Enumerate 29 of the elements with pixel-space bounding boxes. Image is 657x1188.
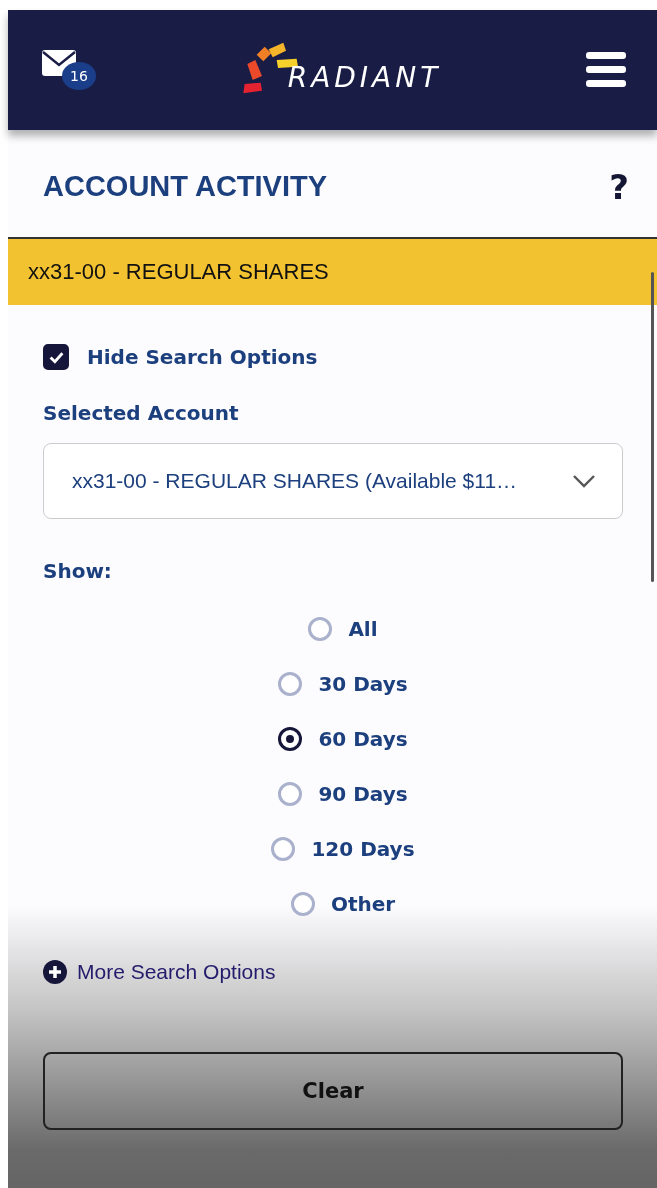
plus-circle-icon [43, 960, 67, 984]
radio-label[interactable]: 60 Days [318, 726, 408, 751]
menu-icon[interactable] [585, 52, 627, 88]
more-options-link[interactable]: More Search Options [77, 960, 276, 984]
radio-label[interactable]: 90 Days [318, 781, 408, 806]
radio-label[interactable]: Other [330, 891, 396, 916]
checkmark-icon [48, 350, 64, 364]
radio-button[interactable] [290, 891, 315, 916]
scrollbar[interactable] [651, 272, 654, 582]
radio-label[interactable]: All [348, 616, 378, 641]
account-banner: xx31-00 - REGULAR SHARES [8, 239, 657, 305]
page-title: ACCOUNT ACTIVITY [43, 170, 328, 203]
field-label: Show: [43, 559, 113, 583]
radio-button[interactable] [278, 726, 303, 751]
radio-button[interactable] [278, 781, 303, 806]
radio-label[interactable]: 30 Days [318, 671, 408, 696]
radio-button[interactable] [271, 836, 296, 861]
account-dropdown[interactable]: xx31-00 - REGULAR SHARES (Available $11… [43, 443, 623, 519]
radio-button[interactable] [278, 671, 303, 696]
radio-button[interactable] [308, 616, 333, 641]
field-label: Selected Account [43, 401, 240, 425]
checkbox-label[interactable]: Hide Search Options [87, 345, 318, 369]
radio-label[interactable]: 120 Days [311, 836, 415, 861]
help-link[interactable]: ? [609, 166, 629, 207]
unread-count-badge: 16 [62, 62, 96, 90]
clear-button[interactable]: Clear [43, 1052, 623, 1130]
checkbox[interactable] [43, 344, 69, 370]
chevron-down-icon [572, 474, 596, 488]
brand-name: RADIANT [287, 61, 442, 94]
